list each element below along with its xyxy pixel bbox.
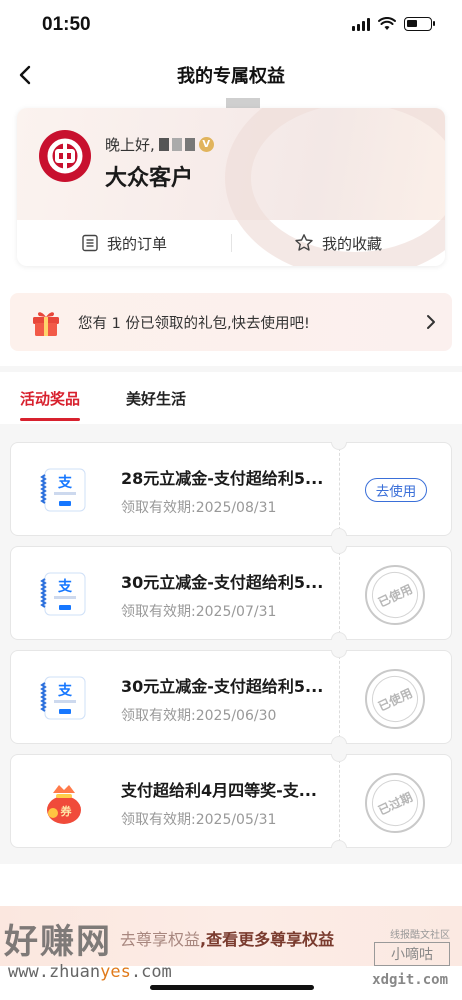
coupon-title: 30元立减金-支付超给利5... bbox=[121, 677, 324, 696]
red-coupon-bag-icon: 券 bbox=[39, 777, 89, 827]
coupon-divider bbox=[339, 755, 340, 847]
profile-shortcuts: 我的订单 我的收藏 bbox=[17, 220, 445, 266]
my-orders-label: 我的订单 bbox=[106, 234, 167, 253]
nav-bar: 我的专属权益 bbox=[0, 52, 462, 98]
expired-stamp: 已过期 bbox=[364, 772, 426, 834]
coupon-title: 30元立减金-支付超给利5... bbox=[121, 573, 324, 592]
my-orders-button[interactable]: 我的订单 bbox=[17, 220, 231, 266]
profile-card: 晚上好, V 大众客户 我的订单 我的收藏 bbox=[17, 108, 445, 266]
coupon-divider bbox=[339, 443, 340, 535]
masked-username bbox=[158, 138, 195, 151]
coupon-validity: 领取有效期:2025/07/31 bbox=[121, 604, 277, 620]
my-favorites-button[interactable]: 我的收藏 bbox=[231, 220, 445, 266]
used-stamp: 已使用 bbox=[364, 668, 426, 730]
tab-bar: 活动奖品 美好生活 bbox=[0, 372, 462, 424]
svg-text:支: 支 bbox=[57, 682, 73, 699]
svg-text:支: 支 bbox=[57, 474, 73, 491]
coupon-list: 支 28元立减金-支付超给利5... 领取有效期:2025/08/31 去使用 … bbox=[0, 424, 462, 864]
alipay-voucher-icon: 支 bbox=[39, 569, 89, 619]
watermark-domain: xdgit.com bbox=[372, 972, 448, 988]
greeting-text: 晚上好, bbox=[105, 136, 155, 154]
more-benefits-faded: 去尊享权益 bbox=[120, 930, 201, 949]
used-stamp-label: 已使用 bbox=[364, 668, 426, 730]
expired-stamp-label: 已过期 bbox=[364, 772, 426, 834]
coupon-notch bbox=[331, 650, 347, 658]
coupon-validity: 领取有效期:2025/05/31 bbox=[121, 812, 277, 828]
coupon-notch bbox=[331, 736, 347, 744]
use-coupon-button[interactable]: 去使用 bbox=[365, 478, 427, 502]
status-icons bbox=[352, 17, 435, 31]
coupon-divider bbox=[339, 547, 340, 639]
tab-good-life[interactable]: 美好生活 bbox=[126, 388, 186, 409]
status-time: 01:50 bbox=[42, 14, 91, 35]
chevron-right-icon bbox=[427, 315, 435, 329]
coupon-validity: 领取有效期:2025/08/31 bbox=[121, 500, 277, 516]
coupon-title: 28元立减金-支付超给利5... bbox=[121, 469, 324, 488]
wifi-icon bbox=[378, 17, 396, 30]
used-stamp-label: 已使用 bbox=[364, 564, 426, 626]
profile-header: 晚上好, V 大众客户 bbox=[17, 108, 445, 266]
my-favorites-label: 我的收藏 bbox=[321, 234, 382, 253]
signal-icon bbox=[352, 17, 370, 31]
bank-logo-icon bbox=[39, 130, 91, 182]
tab-activity-prizes[interactable]: 活动奖品 bbox=[20, 388, 80, 409]
watermark-url-highlight: yes bbox=[100, 962, 131, 982]
watermark-url-prefix: www.zhuan bbox=[8, 962, 101, 982]
coupon-notch bbox=[331, 528, 347, 536]
coupon-title: 支付超给利4月四等奖-支... bbox=[121, 781, 318, 800]
alipay-voucher-icon: 支 bbox=[39, 465, 89, 515]
coupon-notch bbox=[331, 840, 347, 848]
coupon-divider bbox=[339, 651, 340, 743]
coupon-card[interactable]: 支 30元立减金-支付超给利5... 领取有效期:2025/06/30 已使用 bbox=[10, 650, 452, 744]
status-bar: 01:50 bbox=[0, 0, 462, 52]
shortcut-divider bbox=[231, 234, 232, 252]
gift-banner[interactable]: 您有 1 份已领取的礼包,快去使用吧! bbox=[10, 293, 452, 351]
svg-text:券: 券 bbox=[60, 804, 73, 818]
coupon-notch bbox=[331, 754, 347, 762]
gift-banner-text: 您有 1 份已领取的礼包,快去使用吧! bbox=[78, 315, 310, 332]
greeting: 晚上好, V bbox=[105, 134, 214, 155]
star-icon bbox=[295, 234, 313, 251]
coupon-notch bbox=[331, 442, 347, 450]
watermark-brand: 好赚网 bbox=[4, 922, 112, 962]
gift-icon bbox=[30, 307, 62, 337]
watermark-url-suffix: .com bbox=[130, 962, 172, 982]
more-benefits-link[interactable]: 去尊享权益,查看更多尊享权益 bbox=[120, 926, 334, 950]
customer-level: 大众客户 bbox=[105, 165, 194, 191]
svg-text:支: 支 bbox=[57, 578, 73, 595]
watermark-url: www.zhuanyes.com bbox=[8, 962, 172, 982]
page-title: 我的专属权益 bbox=[177, 66, 285, 87]
more-benefits-label: ,查看更多尊享权益 bbox=[200, 930, 335, 949]
watermark-community: 线报酷文社区 bbox=[390, 930, 450, 941]
home-indicator[interactable] bbox=[150, 985, 314, 990]
coupon-card[interactable]: 支 28元立减金-支付超给利5... 领取有效期:2025/08/31 去使用 bbox=[10, 442, 452, 536]
coupon-card[interactable]: 支 30元立减金-支付超给利5... 领取有效期:2025/07/31 已使用 bbox=[10, 546, 452, 640]
watermark-xiaodigu: 小嘀咕 bbox=[374, 942, 450, 966]
coupon-card[interactable]: 券 支付超给利4月四等奖-支... 领取有效期:2025/05/31 已过期 bbox=[10, 754, 452, 848]
used-stamp: 已使用 bbox=[364, 564, 426, 626]
coupon-notch bbox=[331, 632, 347, 640]
coupon-notch bbox=[331, 546, 347, 554]
alipay-voucher-icon: 支 bbox=[39, 673, 89, 723]
battery-icon bbox=[404, 17, 435, 31]
tab-active-indicator bbox=[20, 418, 80, 421]
coupon-validity: 领取有效期:2025/06/30 bbox=[121, 708, 277, 724]
vip-badge-icon: V bbox=[198, 137, 214, 152]
order-list-icon bbox=[82, 234, 98, 252]
